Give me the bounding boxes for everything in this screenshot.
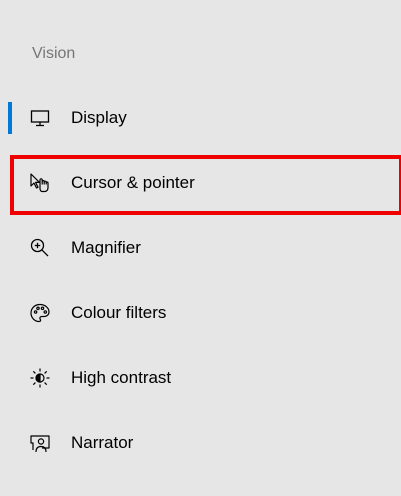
nav-item-narrator[interactable]: Narrator	[0, 411, 401, 476]
nav-item-cursor-pointer[interactable]: Cursor & pointer	[0, 151, 401, 216]
selection-indicator	[8, 102, 12, 134]
nav-item-colour-filters[interactable]: Colour filters	[0, 281, 401, 346]
nav-item-high-contrast[interactable]: High contrast	[0, 346, 401, 411]
monitor-icon	[28, 106, 52, 130]
nav-item-label: Display	[71, 108, 127, 127]
pointer-hand-icon	[28, 171, 52, 195]
section-heading-vision: Vision	[32, 45, 76, 62]
nav-item-label: High contrast	[71, 368, 172, 387]
nav-list: Display Cursor & pointer Magnifier Colou…	[0, 86, 401, 476]
narrator-icon	[28, 431, 52, 455]
nav-item-label: Cursor & pointer	[71, 173, 195, 192]
nav-item-display[interactable]: Display	[0, 86, 401, 151]
palette-icon	[28, 301, 52, 325]
nav-item-label: Narrator	[71, 433, 134, 452]
nav-item-magnifier[interactable]: Magnifier	[0, 216, 401, 281]
nav-item-label: Colour filters	[71, 303, 167, 322]
magnifier-icon	[28, 236, 52, 260]
nav-item-label: Magnifier	[71, 238, 141, 257]
settings-sidebar: Vision Display Cursor & pointer Magnifie…	[0, 0, 401, 496]
brightness-icon	[28, 366, 52, 390]
